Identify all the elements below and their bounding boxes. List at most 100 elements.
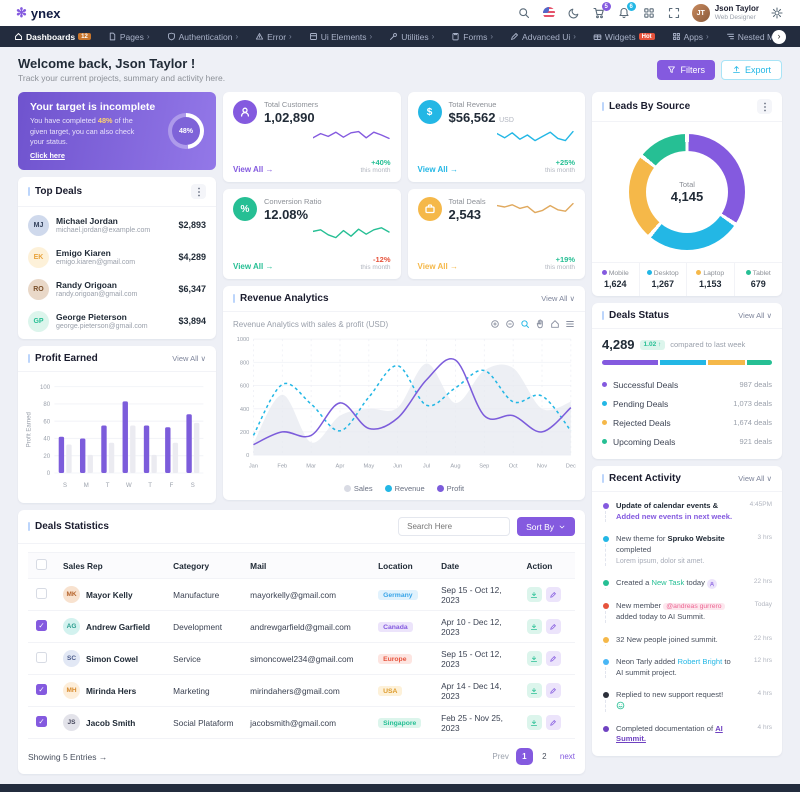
zoom-out-icon[interactable] [505,319,515,329]
deals-statistics-title: Deals Statistics [28,521,109,532]
top-deals-menu-button[interactable] [191,184,206,200]
status-count: 987 deals [739,380,772,389]
revenue-view-all[interactable]: View All ∨ [541,294,575,303]
activity-view-all[interactable]: View All ∨ [738,474,772,483]
deals-status-view-all[interactable]: View All ∨ [738,311,772,320]
stat-period: this month [545,264,575,271]
select-all-checkbox[interactable] [36,559,47,571]
legend-item-sales[interactable]: Sales [343,484,373,493]
status-label: Pending Deals [613,398,669,409]
row-checkbox[interactable] [36,588,47,600]
user-menu[interactable]: JT Json Taylor Web Designer [691,4,759,22]
sort-by-button[interactable]: Sort By [517,517,575,537]
edit-button[interactable] [545,715,561,731]
edit-button[interactable] [545,683,561,699]
svg-text:S: S [191,483,195,489]
activity-text: Update of calendar events & Added new ev… [616,501,733,521]
export-button[interactable]: Export [720,59,782,80]
nav-item-widgets[interactable]: Widgets Hot [593,32,655,42]
download-button[interactable] [526,651,542,667]
reset-home-icon[interactable] [550,319,560,329]
selection-zoom-icon[interactable] [520,319,530,329]
row-checkbox[interactable] [36,684,47,696]
filters-button[interactable]: Filters [657,59,715,80]
nav-item-ui-elements[interactable]: Ui Elements › [309,32,372,42]
kebab-menu-icon [763,102,766,111]
activity-item: Created a New Task today 22 hrs [592,572,782,595]
deals-status-badge: 1.02 ↑ [639,339,666,350]
leads-menu-button[interactable] [757,99,772,114]
pagination-page-2[interactable]: 2 [536,748,553,765]
download-button[interactable] [526,715,542,731]
cell-date: Sep 15 - Oct 12, 2023 [433,578,519,612]
leads-by-source-title: Leads By Source [602,101,690,112]
top-deal-row[interactable]: MJ Michael Jordan michael.jordan@example.… [18,209,216,241]
stat-view-all-link[interactable]: View All → [233,262,273,271]
svg-text:100: 100 [40,385,51,391]
cart-icon[interactable]: 5 [592,2,611,20]
nav-item-forms[interactable]: Forms › [451,32,493,42]
chart-menu-icon[interactable] [565,319,575,329]
stat-view-all-link[interactable]: View All → [233,165,273,174]
filter-icon [668,66,676,73]
download-button[interactable] [526,683,542,699]
nav-item-dashboards[interactable]: Dashboards 12 [14,32,91,42]
pagination-prev[interactable]: Prev [492,752,508,761]
deals-statistics-card: Deals Statistics Sort By Sales RepCatego… [18,510,585,775]
top-deal-row[interactable]: EK Emigo Kiaren emigo.kiaren@gmail.com $4… [18,241,216,273]
nav-item-apps[interactable]: Apps › [672,32,709,42]
activity-item: Completed documentation of AI Summit. 4 … [592,718,782,751]
download-button[interactable] [526,619,542,635]
notifications-bell-icon[interactable]: 6 [617,2,636,20]
nav-item-utilities[interactable]: Utilities › [389,32,434,42]
cell-date: Sep 15 - Oct 12, 2023 [433,642,519,676]
top-deal-row[interactable]: GP George Pieterson george.pieterson@gmai… [18,305,216,337]
chevron-right-icon: › [490,32,494,41]
profit-view-all[interactable]: View All ∨ [172,354,206,363]
legend-item-profit[interactable]: Profit [436,484,464,493]
search-icon[interactable] [517,6,531,20]
activity-time: 4 hrs [757,723,772,731]
table-search-input[interactable] [398,517,511,537]
edit-button[interactable] [545,651,561,667]
click-here-link[interactable]: Click here [30,151,65,162]
edit-button[interactable] [545,619,561,635]
stat-view-all-link[interactable]: View All → [418,262,458,271]
language-flag-icon[interactable] [542,6,556,20]
apps-grid-icon[interactable] [642,6,656,20]
svg-text:600: 600 [240,384,250,390]
pagination-next[interactable]: next [560,752,575,761]
pan-hand-icon[interactable] [535,319,545,329]
row-checkbox[interactable] [36,716,47,728]
nav-item-error[interactable]: Error › [255,32,292,42]
fullscreen-icon[interactable] [667,6,681,20]
status-count: 1,073 deals [733,399,772,408]
target-title: Your target is incomplete [30,101,156,113]
zoom-in-icon[interactable] [490,319,500,329]
nav-item-nested-menu[interactable]: Nested Menu› [726,32,772,42]
deals-status-row: Rejected Deals 1,674 deals [602,413,772,432]
deal-email: michael.jordan@example.com [56,227,151,235]
edit-button[interactable] [545,587,561,603]
widgets-icon [593,34,602,40]
row-checkbox[interactable] [36,652,47,664]
pagination-page-1[interactable]: 1 [515,748,533,766]
row-checkbox[interactable] [36,620,47,632]
nav-item-authentication[interactable]: Authentication › [167,32,238,42]
settings-gear-icon[interactable] [770,6,784,20]
nav-scroll-next-button[interactable]: › [772,29,786,44]
svg-text:Jan: Jan [249,463,258,469]
customers-icon [233,100,257,124]
stat-view-all-link[interactable]: View All → [418,165,458,174]
column-header-sales-rep: Sales Rep [55,552,166,580]
nav-item-pages[interactable]: Pages › [108,32,150,42]
dark-mode-icon[interactable] [567,6,581,20]
top-deal-row[interactable]: RO Randy Origoan randy.origoan@gmail.com … [18,273,216,305]
nav-item-advanced-ui[interactable]: Advanced Ui › [510,32,576,42]
brand-logo[interactable]: ✻ ynex [16,5,61,21]
download-button[interactable] [526,587,542,603]
svg-text:400: 400 [240,407,250,413]
select-all-header[interactable] [28,552,55,580]
activity-item: Neon Tarly added Robert Bright to AI sum… [592,651,782,684]
legend-item-revenue[interactable]: Revenue [384,484,425,493]
